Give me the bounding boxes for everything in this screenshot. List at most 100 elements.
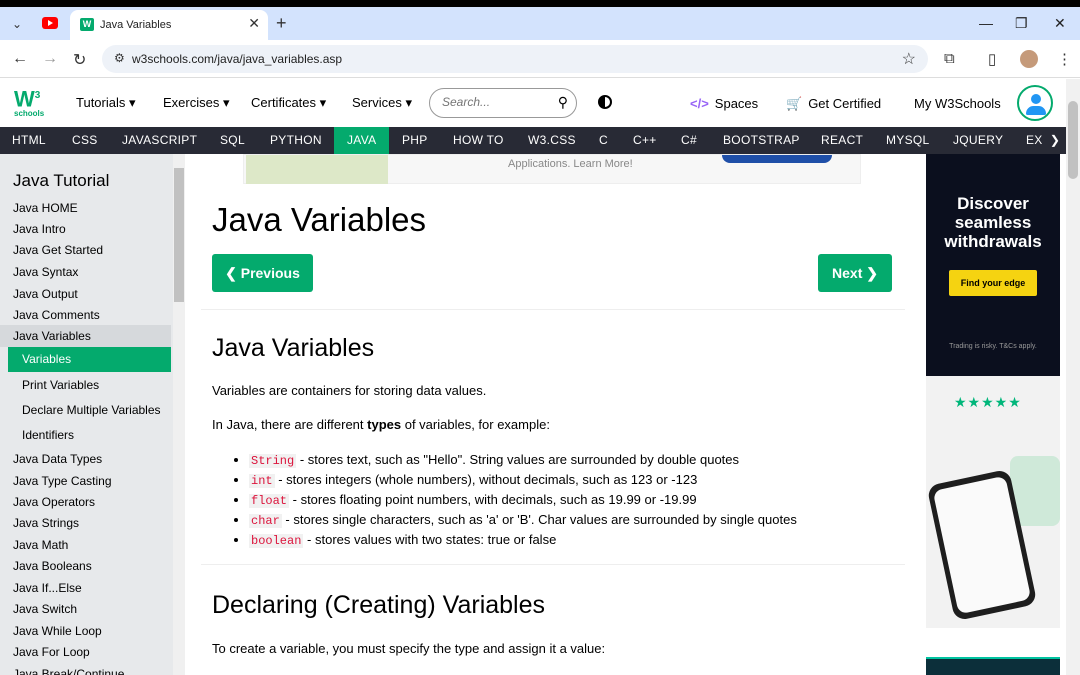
- menu-services[interactable]: Services ▾: [352, 95, 412, 111]
- nav-css[interactable]: CSS: [60, 127, 110, 154]
- page-scrollbar[interactable]: [1066, 79, 1080, 675]
- sidebar-item[interactable]: Java Get Started: [13, 243, 103, 257]
- sidebar-item[interactable]: Java Type Casting: [13, 474, 112, 488]
- user-account-icon[interactable]: [1017, 85, 1053, 121]
- cart-icon: 🛒: [786, 96, 803, 111]
- sidebar-item[interactable]: Java Intro: [13, 222, 66, 236]
- new-tab-icon[interactable]: +: [276, 13, 287, 34]
- sidebar-subitem[interactable]: Print Variables: [8, 373, 171, 398]
- close-tab-icon[interactable]: ✕: [248, 15, 260, 32]
- ad-cta-button[interactable]: Find your edge: [949, 270, 1037, 296]
- sidebar-item[interactable]: Java Booleans: [13, 559, 92, 573]
- site-info-icon[interactable]: ⚙: [114, 51, 125, 65]
- get-certified-link[interactable]: 🛒 Get Certified: [786, 96, 881, 112]
- sidebar-item[interactable]: Java Operators: [13, 495, 95, 509]
- sidebar-item-variables[interactable]: Java Variables: [13, 329, 91, 343]
- window-close-icon[interactable]: ✕: [1054, 15, 1066, 32]
- code-icon: </>: [690, 96, 709, 111]
- nav-javascript[interactable]: JAVASCRIPT: [110, 127, 209, 154]
- app-ad[interactable]: ★★★★★: [926, 376, 1060, 628]
- nav-jquery[interactable]: JQUERY: [941, 127, 1015, 154]
- search-icon[interactable]: ⚲: [558, 94, 568, 111]
- ad-button[interactable]: [722, 155, 832, 163]
- sidebar-item[interactable]: Java Strings: [13, 516, 79, 530]
- tab-java-variables[interactable]: W Java Variables ✕: [70, 10, 268, 40]
- sidebar-subitem-active[interactable]: Variables: [8, 347, 171, 372]
- menu-tutorials[interactable]: Tutorials ▾: [76, 95, 136, 111]
- sidebar-item[interactable]: Java Output: [13, 287, 78, 301]
- next-button[interactable]: Next ❯: [818, 254, 892, 292]
- sidebar-item[interactable]: Java Comments: [13, 308, 100, 322]
- url-text[interactable]: w3schools.com/java/java_variables.asp: [132, 52, 342, 66]
- forward-icon[interactable]: →: [42, 50, 58, 68]
- tab-title: Java Variables: [100, 19, 172, 31]
- tab-search-icon[interactable]: ⌄: [8, 15, 26, 33]
- sidebar-subitem[interactable]: Declare Multiple Variables: [8, 398, 171, 423]
- main-content: Applications. Learn More! Java Variables…: [185, 154, 920, 675]
- spaces-link[interactable]: </> Spaces: [690, 96, 758, 111]
- w3schools-logo[interactable]: W3 schools: [14, 86, 48, 119]
- section-heading-declaring: Declaring (Creating) Variables: [212, 591, 546, 619]
- sidebar-item[interactable]: Java While Loop: [13, 624, 102, 638]
- sidebar-item[interactable]: Java Syntax: [13, 265, 78, 279]
- w3schools-favicon: W: [80, 18, 94, 31]
- nav-sql[interactable]: SQL: [208, 127, 257, 154]
- page-title: Java Variables: [212, 201, 427, 238]
- bookmark-star-icon[interactable]: ☆: [902, 49, 916, 69]
- search-input[interactable]: [442, 95, 542, 109]
- section-heading: Java Variables: [212, 334, 375, 362]
- menu-kebab-icon[interactable]: ⋮: [1057, 50, 1072, 68]
- nav-mysql[interactable]: MYSQL: [874, 127, 942, 154]
- nav-c[interactable]: C: [587, 127, 620, 154]
- ad-disclaimer: Trading is risky. T&Cs apply.: [949, 343, 1037, 350]
- profile-avatar[interactable]: [1020, 50, 1038, 68]
- omnibox[interactable]: ⚙ w3schools.com/java/java_variables.asp …: [102, 45, 928, 73]
- nav-csharp[interactable]: C#: [669, 127, 709, 154]
- sidebar-scrollbar[interactable]: [173, 154, 185, 675]
- sidebar-item[interactable]: Java For Loop: [13, 645, 90, 659]
- logo-text: schools: [14, 109, 45, 119]
- sidebar-item[interactable]: Java Data Types: [13, 452, 102, 466]
- search-box[interactable]: ⚲: [429, 88, 577, 118]
- sidebar: Java Tutorial Java HOME Java Intro Java …: [0, 154, 185, 675]
- nav-html[interactable]: HTML: [0, 127, 58, 154]
- topic-navbar: HTML CSS JAVASCRIPT SQL PYTHON JAVA PHP …: [0, 127, 1066, 154]
- right-ad-column: Discover seamless withdrawals Find your …: [926, 154, 1060, 675]
- nav-w3css[interactable]: W3.CSS: [516, 127, 588, 154]
- trading-ad[interactable]: Discover seamless withdrawals Find your …: [926, 154, 1060, 376]
- menu-certificates[interactable]: Certificates ▾: [251, 95, 326, 111]
- reload-icon[interactable]: ↻: [73, 50, 86, 70]
- restore-icon[interactable]: ❐: [1015, 15, 1028, 32]
- code-int: int: [249, 474, 275, 488]
- nav-howto[interactable]: HOW TO: [441, 127, 516, 154]
- top-banner-ad[interactable]: Applications. Learn More!: [243, 154, 861, 184]
- side-panel-icon[interactable]: ▯: [988, 50, 996, 68]
- previous-button[interactable]: ❮ Previous: [212, 254, 313, 292]
- page-scroll-thumb[interactable]: [1068, 101, 1078, 179]
- back-icon[interactable]: ←: [12, 50, 28, 68]
- bottom-ad[interactable]: [926, 657, 1060, 675]
- my-w3schools-link[interactable]: My W3Schools: [914, 96, 1001, 111]
- sidebar-scroll-thumb[interactable]: [174, 168, 184, 302]
- minimize-icon[interactable]: —: [979, 15, 993, 31]
- extensions-icon[interactable]: ⧉: [944, 50, 955, 67]
- sidebar-subitem[interactable]: Identifiers: [8, 423, 171, 448]
- sidebar-item[interactable]: Java If...Else: [13, 581, 82, 595]
- nav-react[interactable]: REACT: [809, 127, 875, 154]
- nav-cpp[interactable]: C++: [621, 127, 669, 154]
- sidebar-item[interactable]: Java Break/Continue: [13, 667, 124, 675]
- ad-image: [246, 155, 388, 184]
- youtube-tab-icon[interactable]: [42, 17, 58, 29]
- nav-php[interactable]: PHP: [390, 127, 440, 154]
- sidebar-item[interactable]: Java Math: [13, 538, 68, 552]
- dark-mode-toggle-icon[interactable]: [598, 95, 612, 109]
- sidebar-item[interactable]: Java Switch: [13, 602, 77, 616]
- nav-python[interactable]: PYTHON: [258, 127, 334, 154]
- menu-exercises[interactable]: Exercises ▾: [163, 95, 230, 111]
- logo-mark: W3: [14, 86, 41, 112]
- sidebar-item[interactable]: Java HOME: [13, 201, 78, 215]
- nav-scroll-right-icon[interactable]: ❯: [1044, 127, 1066, 154]
- list-item: boolean - stores values with two states:…: [249, 530, 797, 550]
- nav-java[interactable]: JAVA: [334, 127, 390, 154]
- nav-bootstrap[interactable]: BOOTSTRAP: [711, 127, 812, 154]
